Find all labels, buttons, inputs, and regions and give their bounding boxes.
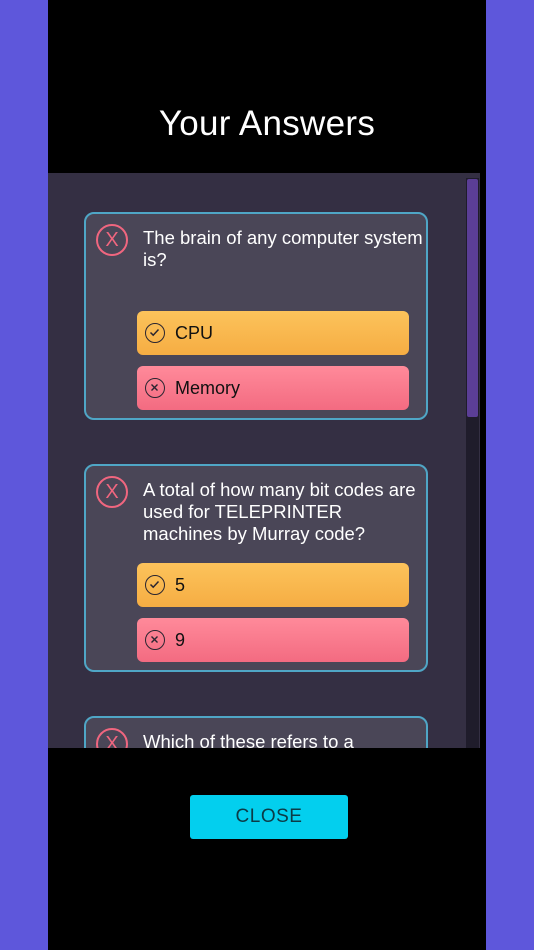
app-screen: Your Answers X The brain of any computer…	[48, 0, 486, 950]
page-title: Your Answers	[158, 104, 376, 143]
question-text: Which of these refers to a systems	[143, 731, 354, 748]
your-answer: Memory	[137, 366, 409, 410]
question-text: A total of how many bit codes are used f…	[143, 479, 416, 544]
answers-list[interactable]: X The brain of any computer system is? C…	[48, 173, 480, 748]
correct-answer: 5	[137, 563, 409, 607]
wrong-mark-icon: X	[96, 224, 128, 256]
answer-card: X A total of how many bit codes are used…	[84, 464, 428, 672]
wrong-mark-icon: X	[96, 728, 128, 748]
check-circle-icon	[145, 575, 165, 595]
answer-label: 5	[175, 575, 186, 595]
x-circle-icon	[145, 630, 165, 650]
scrollbar-thumb[interactable]	[467, 179, 478, 417]
answer-card: X The brain of any computer system is? C…	[84, 212, 428, 420]
answer-card: X Which of these refers to a systems	[84, 716, 428, 748]
wrong-mark-icon: X	[96, 476, 128, 508]
check-circle-icon	[145, 323, 165, 343]
correct-answer: CPU	[137, 311, 409, 355]
x-circle-icon	[145, 378, 165, 398]
scrollbar[interactable]	[466, 178, 479, 748]
answer-label: 9	[175, 630, 186, 650]
question-text: The brain of any computer system is?	[143, 227, 423, 270]
close-button[interactable]: CLOSE	[190, 795, 348, 839]
your-answer: 9	[137, 618, 409, 662]
answer-label: Memory	[175, 378, 241, 398]
answer-label: CPU	[175, 323, 214, 343]
